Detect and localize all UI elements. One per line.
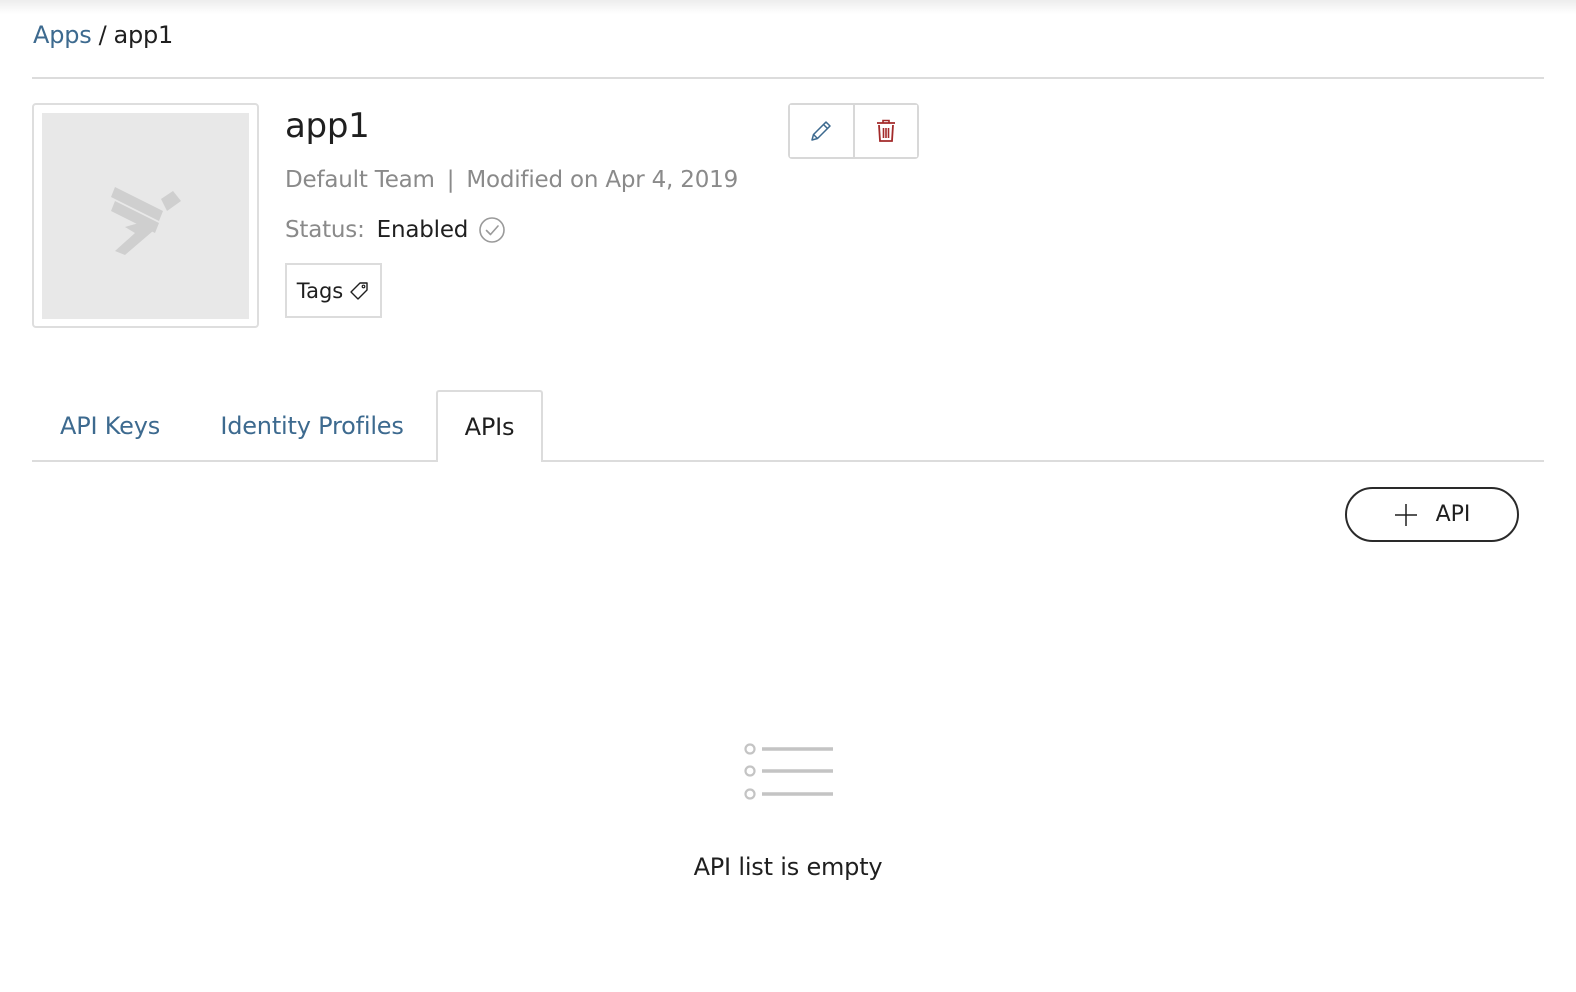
app-title: app1 bbox=[285, 106, 370, 146]
tab-api-keys[interactable]: API Keys bbox=[32, 390, 188, 462]
app-actions bbox=[788, 103, 919, 159]
header-divider bbox=[32, 77, 1544, 79]
delete-button[interactable] bbox=[852, 105, 917, 157]
plus-icon bbox=[1394, 503, 1418, 527]
app-modified-date: Modified on Apr 4, 2019 bbox=[466, 167, 739, 193]
pencil-icon bbox=[811, 121, 831, 141]
app-thumbnail bbox=[32, 103, 259, 328]
breadcrumb: Apps / app1 bbox=[33, 19, 173, 51]
app-meta: Default Team | Modified on Apr 4, 2019 bbox=[285, 164, 738, 196]
app-logo-placeholder-icon bbox=[110, 187, 181, 255]
check-circle-icon bbox=[479, 217, 505, 243]
edit-button[interactable] bbox=[790, 105, 853, 157]
header-shadow bbox=[0, 0, 1576, 14]
meta-separator: | bbox=[446, 167, 455, 193]
empty-list-icon bbox=[744, 743, 833, 800]
app-status: Status: Enabled bbox=[285, 214, 506, 246]
trash-icon bbox=[876, 119, 895, 142]
tab-identity-profiles[interactable]: Identity Profiles bbox=[200, 390, 424, 462]
add-api-button[interactable]: API bbox=[1345, 487, 1519, 542]
status-label: Status: bbox=[285, 217, 365, 243]
app-tabs: API Keys Identity Profiles APIs bbox=[32, 390, 1544, 462]
breadcrumb-separator: / bbox=[98, 21, 107, 49]
app-placeholder-image bbox=[42, 113, 249, 319]
add-api-label: API bbox=[1435, 502, 1471, 527]
tag-icon bbox=[348, 280, 370, 302]
empty-list-message: API list is empty bbox=[693, 853, 883, 881]
breadcrumb-apps-link[interactable]: Apps bbox=[33, 21, 92, 49]
tags-label: Tags bbox=[296, 278, 344, 303]
status-value: Enabled bbox=[376, 217, 469, 243]
app-team: Default Team bbox=[285, 167, 435, 193]
breadcrumb-current: app1 bbox=[113, 21, 174, 49]
tags-button[interactable]: Tags bbox=[285, 263, 382, 318]
tab-apis[interactable]: APIs bbox=[436, 390, 543, 462]
